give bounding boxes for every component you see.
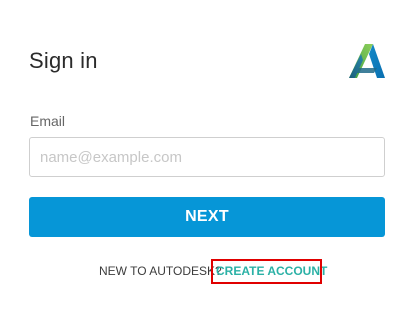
create-account-link[interactable]: CREATE ACCOUNT <box>216 264 327 278</box>
new-to-autodesk-text: NEW TO AUTODESK? <box>99 264 222 278</box>
signup-prompt: NEW TO AUTODESK? CREATE ACCOUNT <box>0 261 407 283</box>
page-title: Sign in <box>29 48 98 73</box>
email-field[interactable] <box>29 137 385 177</box>
autodesk-logo-icon <box>349 44 385 78</box>
next-button[interactable]: NEXT <box>29 197 385 237</box>
signin-page: Sign in Email NEXT NEW TO AUTODESK <box>0 0 407 316</box>
email-label: Email <box>30 113 66 129</box>
